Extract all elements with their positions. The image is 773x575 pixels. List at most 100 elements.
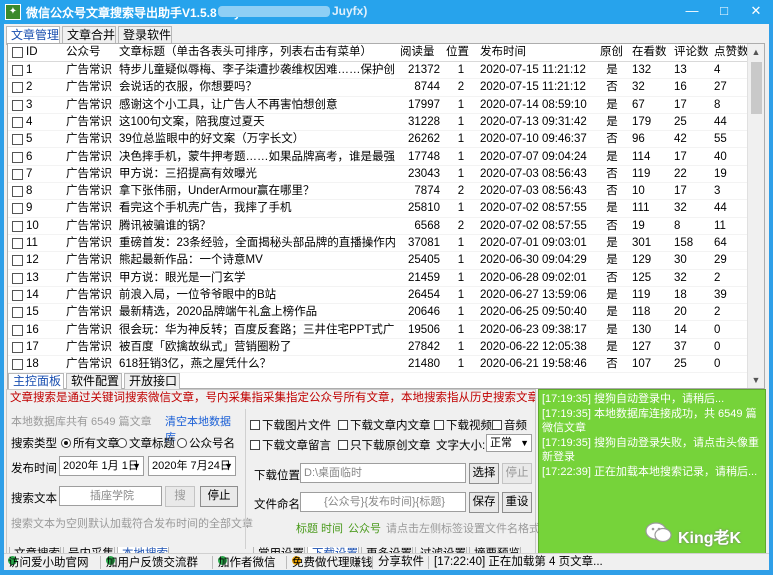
row-checkbox[interactable] (12, 324, 23, 336)
row-checkbox[interactable] (12, 238, 23, 249)
row-checkbox[interactable] (12, 116, 23, 128)
chevron-down-icon[interactable]: ▼ (224, 457, 233, 475)
row-checkbox[interactable] (12, 99, 23, 111)
table-row[interactable]: 7 广告常识 甲方说：三招提高有效曝光 23043 1 2020-07-03 08:56:… (8, 166, 748, 184)
checkbox-images[interactable] (250, 420, 260, 430)
radio-account[interactable]: 公众号名 (177, 435, 235, 451)
checkbox-original[interactable] (338, 440, 348, 450)
tag-time[interactable]: 时间 (321, 520, 343, 536)
search-button[interactable]: 搜 (165, 486, 195, 507)
col-comments[interactable]: 评论数 (674, 44, 714, 61)
col-account[interactable]: 公众号 (66, 44, 106, 61)
tab-open-api[interactable]: 开放接口 (124, 373, 180, 390)
row-checkbox[interactable] (12, 307, 23, 319)
select-all-checkbox[interactable] (12, 47, 23, 58)
chevron-down-icon[interactable]: ▼ (132, 457, 141, 475)
checkbox-content[interactable] (338, 420, 348, 430)
radio-all-dot[interactable] (61, 438, 71, 448)
table-row[interactable]: 17 广告常识 被百度「欧擒故纵式」营销圈粉了 27842 1 2020-06-22 12… (8, 339, 748, 357)
table-row[interactable]: 15 广告常识 最新精选，2020品牌端午礼盒上榜作品 20646 1 2020-06-2… (8, 304, 748, 322)
tab-software-config[interactable]: 软件配置 (66, 373, 122, 390)
row-checkbox[interactable] (12, 134, 23, 146)
table-row[interactable]: 11 广告常识 重磅首发：23条经验，全面揭秘头部品牌的直播操作内幕... 37081… (8, 235, 748, 253)
radio-all[interactable]: 所有文章 (61, 435, 119, 451)
minimize-icon[interactable]: — (676, 0, 708, 22)
row-checkbox[interactable] (12, 151, 23, 163)
cb-download-audio[interactable]: 音频 (492, 417, 527, 433)
checkbox-comments[interactable] (250, 440, 260, 450)
col-id[interactable]: ID (26, 44, 56, 61)
cell-publish-time: 2020-07-02 08:57:55 (480, 202, 587, 215)
row-checkbox[interactable] (12, 203, 23, 215)
status-share[interactable]: 分享软件 (378, 555, 424, 570)
table-row[interactable]: 1 广告常识特步儿童疑似辱梅、李子柒遭抄袭维权因难……保护创意真... 21372 1… (8, 62, 748, 80)
table-row[interactable]: 8 广告常识 拿下张伟丽，UnderArmour赢在哪里？ 7874 2 2020-07-… (8, 183, 748, 201)
tag-title[interactable]: 标题 (296, 520, 318, 536)
cell-reads: 21459 (408, 271, 440, 284)
cell-comments: 25 (674, 115, 687, 128)
tag-account[interactable]: 公众号 (348, 520, 381, 536)
row-checkbox[interactable] (12, 82, 23, 94)
col-title[interactable]: 文章标题（单击各表头可排序，列表右击有菜单） (119, 44, 391, 61)
row-checkbox[interactable] (12, 186, 23, 198)
cell-comments: 32 (674, 202, 687, 215)
col-position[interactable]: 位置 (446, 44, 476, 61)
col-watching[interactable]: 在看数 (632, 44, 672, 61)
font-size-select[interactable]: 正常 ▼ (486, 434, 532, 452)
cell-reads: 25810 (408, 202, 440, 215)
col-original[interactable]: 原创 (600, 44, 630, 61)
table-row[interactable]: 14 广告常识 前浪入局，一位爷爷眼中的B站 26454 1 2020-06-27 13:… (8, 287, 748, 305)
cb-download-images[interactable]: 下载图片文件 (250, 417, 331, 433)
table-row[interactable]: 12 广告常识 熊起最新作品：一个诗意MV 25405 1 2020-06-30 09:0… (8, 252, 748, 270)
table-row[interactable]: 5 广告常识 39位总监眼中的好文案（万字长文） 26262 1 2020-07-10 0… (8, 131, 748, 149)
row-checkbox[interactable] (12, 341, 23, 353)
save-button[interactable]: 保存 (469, 492, 499, 513)
table-row[interactable]: 2 广告常识 会说话的衣服，你想要吗？ 8744 2 2020-07-15 11:21:1… (8, 79, 748, 97)
checkbox-audio[interactable] (492, 420, 502, 430)
table-row[interactable]: 6 广告常识决色摔手机，蒙牛押考题……如果品牌高考，谁是最强考试... 17748 1… (8, 149, 748, 166)
tab-login[interactable]: 登录软件 (118, 26, 172, 44)
pause-button[interactable]: 停止 (502, 463, 532, 484)
row-checkbox[interactable] (12, 272, 23, 284)
tab-article-merge[interactable]: 文章合并 (62, 26, 116, 44)
maximize-icon[interactable]: □ (708, 0, 740, 22)
table-row[interactable]: 3 广告常识 感谢这个小工具，让广告人不再害怕想创意 17997 1 2020-07-14… (8, 97, 748, 114)
search-text-input[interactable]: 插座学院 (59, 486, 162, 506)
cb-download-content[interactable]: 下载文章内文章 (338, 417, 431, 433)
row-checkbox[interactable] (12, 220, 23, 232)
table-row[interactable]: 9 广告常识 看完这个手机壳广告，我摔了手机 25810 1 2020-07-02 08:… (8, 200, 748, 218)
chevron-down-icon[interactable]: ▼ (520, 435, 529, 451)
table-row[interactable]: 13 广告常识 甲方说：眼光是一门玄学 21459 1 2020-06-28 09:02:… (8, 270, 748, 287)
filename-input[interactable]: {公众号}{发布时间}{标题} (300, 492, 466, 512)
row-checkbox[interactable] (12, 359, 23, 371)
row-checkbox[interactable] (12, 65, 23, 76)
scroll-thumb[interactable] (751, 62, 762, 114)
radio-title-dot[interactable] (117, 438, 127, 448)
reset-button[interactable]: 重设 (502, 492, 532, 513)
checkbox-video[interactable] (434, 420, 444, 430)
col-reads[interactable]: 阅读量 (400, 44, 440, 61)
close-icon[interactable]: ✕ (740, 0, 772, 22)
row-checkbox[interactable] (12, 255, 23, 267)
location-input[interactable]: D:\桌面临时 (300, 463, 466, 483)
row-checkbox[interactable] (12, 289, 23, 301)
stop-button[interactable]: 停止 (200, 486, 238, 507)
vertical-scrollbar[interactable]: ▲ ▼ (747, 44, 764, 388)
tab-main-panel[interactable]: 主控面板 (8, 373, 64, 390)
radio-title[interactable]: 文章标题 (117, 435, 175, 451)
table-row[interactable]: 16 广告常识 很会玩：华为神反转；百度反套路；三井住宅PPT式广告... 19506… (8, 322, 748, 339)
cb-download-video[interactable]: 下载视频 (434, 417, 492, 433)
cb-original-only[interactable]: 只下载原创文章 (338, 437, 431, 453)
table-row[interactable]: 10 广告常识 腾讯被骗谁的锅？ 6568 2 2020-07-02 08:57:55 否 1… (8, 218, 748, 235)
select-folder-button[interactable]: 选择 (469, 463, 499, 484)
table-row[interactable]: 18 广告常识 618狂销3亿，燕之屋凭什么？ 21480 1 2020-06-21 19… (8, 356, 748, 374)
row-checkbox[interactable] (12, 168, 23, 180)
cb-download-comments[interactable]: 下载文章留言 (250, 437, 331, 453)
table-row[interactable]: 4 广告常识 这100句文案，陪我度过夏天 31228 1 2020-07-13 09:3… (8, 114, 748, 132)
radio-account-dot[interactable] (177, 438, 187, 448)
scroll-down-icon[interactable]: ▼ (748, 372, 764, 388)
col-publish-time[interactable]: 发布时间 (480, 44, 550, 61)
date-from-picker[interactable]: 2020年 1月 1日 ▼ (59, 456, 144, 476)
date-to-picker[interactable]: 2020年 7月24日 ▼ (148, 456, 236, 476)
scroll-up-icon[interactable]: ▲ (748, 44, 764, 60)
